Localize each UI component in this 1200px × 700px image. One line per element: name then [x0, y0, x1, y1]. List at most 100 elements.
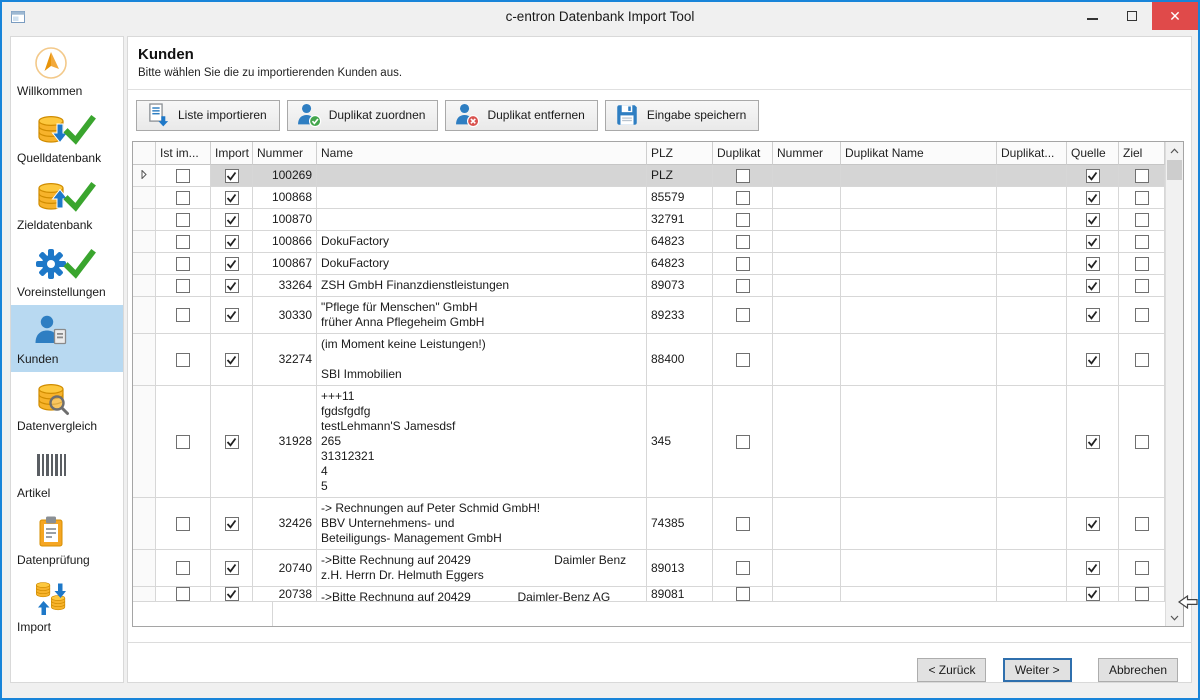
sidebar-item-quelldatenbank[interactable]: Quelldatenbank [11, 104, 123, 171]
checkbox-ist-importiert[interactable] [176, 435, 190, 449]
checkbox-duplikat[interactable] [736, 435, 750, 449]
checkbox-ist-importiert[interactable] [176, 587, 190, 601]
checkbox-ist-importiert[interactable] [176, 191, 190, 205]
column-header-plz[interactable]: PLZ [647, 142, 713, 165]
checkbox-duplikat[interactable] [736, 353, 750, 367]
checkbox-quelle[interactable] [1086, 169, 1100, 183]
column-header-duplikat-nummer[interactable]: Nummer [773, 142, 841, 165]
sidebar-item-voreinstellungen[interactable]: Voreinstellungen [11, 238, 123, 305]
checkbox-ziel[interactable] [1135, 191, 1149, 205]
checkbox-import[interactable] [225, 235, 239, 249]
checkbox-quelle[interactable] [1086, 561, 1100, 575]
cell-row-selector[interactable] [133, 253, 156, 275]
sidebar-item-kunden[interactable]: Kunden [11, 305, 123, 372]
checkbox-quelle[interactable] [1086, 353, 1100, 367]
checkbox-quelle[interactable] [1086, 587, 1100, 601]
column-header-ziel[interactable]: Ziel [1119, 142, 1165, 165]
maximize-button[interactable] [1112, 2, 1152, 30]
sidebar-item-willkommen[interactable]: Willkommen [11, 37, 123, 104]
checkbox-import[interactable] [225, 435, 239, 449]
cell-row-selector[interactable] [133, 550, 156, 587]
checkbox-quelle[interactable] [1086, 213, 1100, 227]
checkbox-ist-importiert[interactable] [176, 235, 190, 249]
checkbox-ist-importiert[interactable] [176, 517, 190, 531]
checkbox-ziel[interactable] [1135, 235, 1149, 249]
checkbox-ziel[interactable] [1135, 435, 1149, 449]
table-row[interactable]: 32426-> Rechnungen auf Peter Schmid GmbH… [133, 498, 1165, 550]
table-row[interactable]: 100867DokuFactory64823 [133, 253, 1165, 275]
table-row[interactable]: 31928+++11 fgdsfgdfg testLehmann'S James… [133, 386, 1165, 498]
checkbox-ziel[interactable] [1135, 279, 1149, 293]
checkbox-import[interactable] [225, 517, 239, 531]
next-button[interactable]: Weiter > [1003, 658, 1072, 682]
table-row[interactable]: 32274(im Moment keine Leistungen!) SBI I… [133, 334, 1165, 386]
column-header-name[interactable]: Name [317, 142, 647, 165]
checkbox-import[interactable] [225, 191, 239, 205]
checkbox-duplikat[interactable] [736, 517, 750, 531]
scroll-up-button[interactable] [1166, 142, 1183, 159]
checkbox-duplikat[interactable] [736, 213, 750, 227]
sidebar-item-datenprüfung[interactable]: Datenprüfung [11, 506, 123, 573]
column-header-nummer[interactable]: Nummer [253, 142, 317, 165]
column-header-duplikat-plz[interactable]: Duplikat... [997, 142, 1067, 165]
cell-row-selector[interactable] [133, 275, 156, 297]
checkbox-ziel[interactable] [1135, 517, 1149, 531]
checkbox-quelle[interactable] [1086, 308, 1100, 322]
checkbox-duplikat[interactable] [736, 587, 750, 601]
back-button[interactable]: < Zurück [917, 658, 986, 682]
checkbox-import[interactable] [225, 169, 239, 183]
checkbox-ziel[interactable] [1135, 353, 1149, 367]
checkbox-ziel[interactable] [1135, 587, 1149, 601]
sidebar-item-datenvergleich[interactable]: Datenvergleich [11, 372, 123, 439]
checkbox-ist-importiert[interactable] [176, 279, 190, 293]
checkbox-import[interactable] [225, 213, 239, 227]
liste-importieren-button[interactable]: Liste importieren [136, 100, 280, 131]
duplikat-entfernen-button[interactable]: Duplikat entfernen [445, 100, 597, 131]
checkbox-import[interactable] [225, 257, 239, 271]
checkbox-ist-importiert[interactable] [176, 213, 190, 227]
checkbox-ist-importiert[interactable] [176, 561, 190, 575]
checkbox-quelle[interactable] [1086, 435, 1100, 449]
table-row[interactable]: 100269PLZ [133, 165, 1165, 187]
checkbox-ziel[interactable] [1135, 213, 1149, 227]
cell-row-selector[interactable] [133, 231, 156, 253]
checkbox-duplikat[interactable] [736, 308, 750, 322]
table-row[interactable]: 20738->Bitte Rechnung auf 20429 Daimler-… [133, 587, 1165, 602]
checkbox-ziel[interactable] [1135, 308, 1149, 322]
column-header-duplikat-name[interactable]: Duplikat Name [841, 142, 997, 165]
sidebar-item-zieldatenbank[interactable]: Zieldatenbank [11, 171, 123, 238]
table-row[interactable]: 10086885579 [133, 187, 1165, 209]
checkbox-import[interactable] [225, 561, 239, 575]
checkbox-import[interactable] [225, 279, 239, 293]
cell-row-selector[interactable] [133, 165, 156, 187]
checkbox-import[interactable] [225, 308, 239, 322]
checkbox-import[interactable] [225, 353, 239, 367]
sidebar-item-import[interactable]: Import [11, 573, 123, 640]
checkbox-quelle[interactable] [1086, 191, 1100, 205]
checkbox-quelle[interactable] [1086, 257, 1100, 271]
column-header-quelle[interactable]: Quelle [1067, 142, 1119, 165]
scrollbar-thumb[interactable] [1167, 160, 1182, 180]
column-header-import[interactable]: Import [211, 142, 253, 165]
eingabe-speichern-button[interactable]: Eingabe speichern [605, 100, 759, 131]
table-row[interactable]: 10087032791 [133, 209, 1165, 231]
checkbox-ist-importiert[interactable] [176, 353, 190, 367]
checkbox-quelle[interactable] [1086, 279, 1100, 293]
vertical-scrollbar[interactable] [1165, 142, 1183, 626]
checkbox-ziel[interactable] [1135, 257, 1149, 271]
checkbox-duplikat[interactable] [736, 257, 750, 271]
column-header-ist-importiert[interactable]: Ist im... [156, 142, 211, 165]
checkbox-quelle[interactable] [1086, 235, 1100, 249]
table-row[interactable]: 20740->Bitte Rechnung auf 20429 Daimler … [133, 550, 1165, 587]
cell-row-selector[interactable] [133, 334, 156, 386]
table-row[interactable]: 100866DokuFactory64823 [133, 231, 1165, 253]
checkbox-ziel[interactable] [1135, 561, 1149, 575]
cancel-button[interactable]: Abbrechen [1098, 658, 1178, 682]
cell-row-selector[interactable] [133, 187, 156, 209]
checkbox-duplikat[interactable] [736, 561, 750, 575]
minimize-button[interactable] [1072, 2, 1112, 30]
checkbox-duplikat[interactable] [736, 235, 750, 249]
checkbox-duplikat[interactable] [736, 169, 750, 183]
checkbox-quelle[interactable] [1086, 517, 1100, 531]
checkbox-ist-importiert[interactable] [176, 169, 190, 183]
